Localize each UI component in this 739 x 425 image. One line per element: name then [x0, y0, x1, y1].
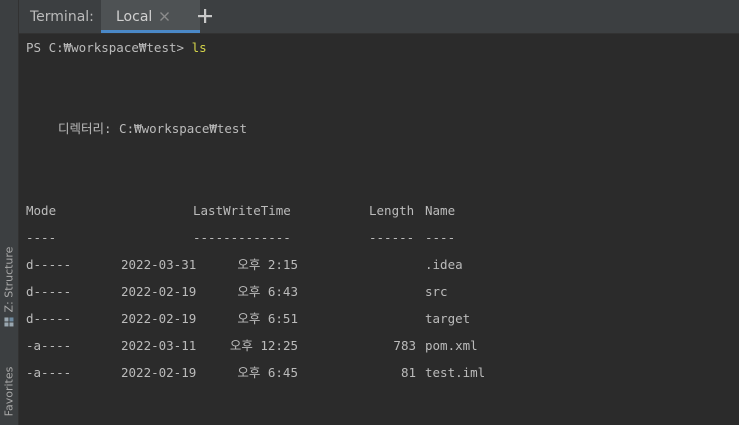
tool-window-title: Terminal: [30, 9, 94, 25]
row-mode: -a---- [26, 338, 72, 353]
structure-tab[interactable]: Z: Structure [0, 238, 18, 334]
prompt: PS C:₩workspace₩test> [26, 40, 192, 55]
row-mode: d----- [26, 257, 72, 272]
terminal-tool-window: Z: Structure Favorites Terminal: Local P… [0, 0, 739, 425]
tab-local[interactable]: Local [101, 0, 200, 33]
prompt-line: PS C:₩workspace₩test> ls [26, 39, 207, 57]
row-time: 오후 6:45 [237, 365, 298, 380]
separator-mode: ---- [26, 230, 57, 245]
row-length [356, 283, 416, 301]
row-mode: d----- [26, 284, 72, 299]
command-text: ls [191, 40, 207, 55]
favorites-tab[interactable]: Favorites [0, 358, 18, 424]
structure-tab-label: Z: Structure [2, 246, 16, 312]
row-name: test.iml [425, 365, 486, 380]
row-name: target [425, 311, 471, 326]
row-time: 오후 6:51 [237, 311, 298, 326]
row-date: 2022-03-11 [121, 338, 197, 353]
separator-name: ---- [425, 230, 456, 245]
tab-local-label: Local [116, 9, 153, 25]
favorites-tab-label: Favorites [2, 366, 16, 416]
new-tab-button[interactable] [194, 5, 216, 27]
left-tool-strip: Z: Structure Favorites [0, 0, 19, 425]
separator-length: ------ [369, 230, 415, 245]
row-mode: d----- [26, 311, 72, 326]
row-name: pom.xml [425, 338, 478, 353]
column-header-mode: Mode [26, 203, 57, 218]
row-length [356, 310, 416, 328]
terminal-output[interactable]: PS C:₩workspace₩test> ls 디렉터리: C:₩worksp… [26, 34, 726, 425]
row-date: 2022-03-31 [121, 257, 197, 272]
separator-lastwritetime: ------------- [193, 230, 291, 245]
directory-line: 디렉터리: C:₩workspace₩test [58, 121, 247, 136]
row-length: 783 [393, 338, 416, 353]
row-date: 2022-02-19 [121, 365, 197, 380]
row-length [356, 256, 416, 274]
column-header-length: Length [369, 203, 415, 218]
row-time: 오후 6:43 [237, 284, 298, 299]
row-length: 81 [400, 365, 416, 380]
row-time: 오후 2:15 [237, 257, 298, 272]
row-time: 오후 12:25 [229, 338, 298, 353]
structure-icon [4, 316, 14, 326]
close-icon[interactable] [159, 11, 170, 22]
column-header-lastwritetime: LastWriteTime [193, 203, 291, 218]
column-header-name: Name [425, 203, 456, 218]
row-date: 2022-02-19 [121, 284, 197, 299]
terminal-header: Terminal: Local [19, 0, 739, 34]
row-name: .idea [425, 257, 463, 272]
plus-icon [198, 9, 212, 23]
row-date: 2022-02-19 [121, 311, 197, 326]
row-mode: -a---- [26, 365, 72, 380]
row-name: src [425, 284, 448, 299]
